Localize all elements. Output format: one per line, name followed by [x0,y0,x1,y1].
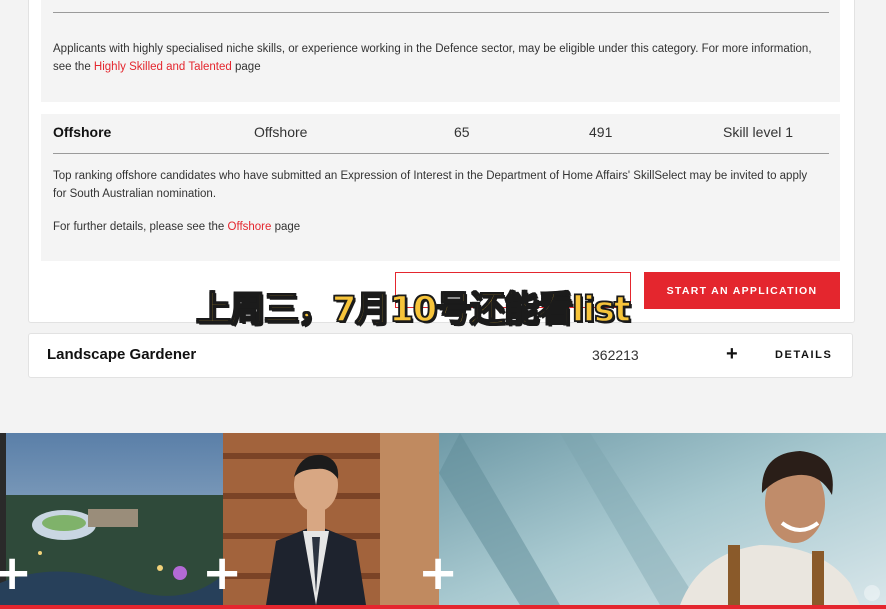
offshore-title: Offshore [53,124,112,140]
skilled-text-end: page [231,61,261,73]
occupation-code: 362213 [592,347,639,363]
accent-strip [0,605,886,609]
businessman-photo [223,433,439,605]
offshore-stream: Offshore [254,124,308,140]
plus-icon[interactable]: + [418,549,458,597]
occupation-name: Landscape Gardener [47,346,197,363]
offshore-details: For further details, please see the Offs… [53,218,823,236]
offshore-details-end: page [271,221,301,233]
offshore-details-text: For further details, please see the [53,221,228,233]
photo-banner: + + + [0,433,886,605]
plus-icon[interactable]: + [202,549,242,597]
offshore-skill-level: Skill level 1 [723,124,794,140]
video-caption-overlay: 上周三，7月10号还能看list [195,289,631,331]
young-man-photo [439,433,886,605]
divider [53,12,829,13]
occupation-detail-card: Applicants with highly specialised niche… [28,0,855,323]
offshore-stream-panel: Offshore Offshore 65 491 Skill level 1 T… [41,114,840,261]
offshore-points: 65 [454,124,470,140]
city-aerial-photo [0,433,223,605]
skilled-description: Applicants with highly specialised niche… [53,40,823,76]
start-application-button[interactable]: START AN APPLICATION [644,272,840,309]
skilled-stream-panel: Applicants with highly specialised niche… [41,0,840,102]
offshore-description: Top ranking offshore candidates who have… [53,170,808,200]
occupation-row[interactable]: Landscape Gardener 362213 + DETAILS [28,333,853,378]
highly-skilled-link[interactable]: Highly Skilled and Talented [94,61,232,73]
offshore-link[interactable]: Offshore [228,221,272,233]
offshore-visa-code: 491 [589,124,613,140]
plus-icon[interactable]: + [0,549,32,597]
divider [53,153,829,154]
details-button[interactable]: DETAILS [775,349,832,361]
expand-plus-icon[interactable]: + [726,343,738,366]
